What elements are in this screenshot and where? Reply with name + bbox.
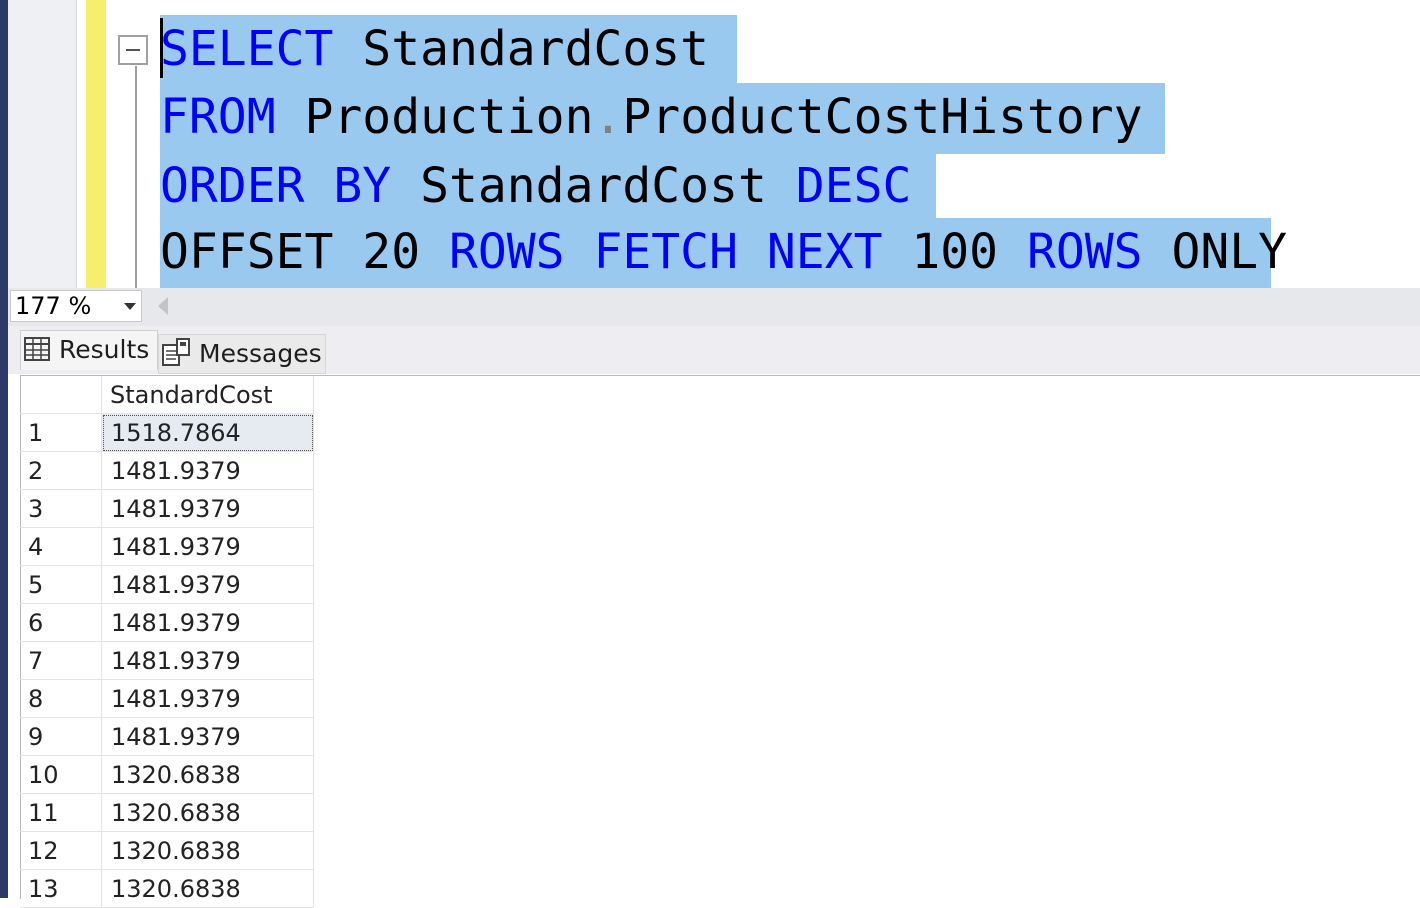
code-line[interactable]: OFFSET 20 ROWS FETCH NEXT 100 ROWS ONLY	[160, 218, 1287, 286]
row-number[interactable]: 5	[20, 566, 102, 604]
standardcost-cell[interactable]: 1481.9379	[102, 604, 314, 642]
row-number[interactable]: 13	[20, 870, 102, 908]
row-number[interactable]: 3	[20, 490, 102, 528]
tab-results-label: Results	[59, 335, 150, 364]
left-edge-bar	[0, 0, 8, 898]
sql-token: ONLY	[1142, 224, 1288, 280]
sql-keyword: NEXT	[766, 224, 883, 280]
row-number[interactable]: 4	[20, 528, 102, 566]
standardcost-cell[interactable]: 1481.9379	[102, 642, 314, 680]
standardcost-cell[interactable]: 1481.9379	[102, 490, 314, 528]
standardcost-cell[interactable]: 1320.6838	[102, 870, 314, 908]
sql-token: ProductCostHistory	[622, 89, 1172, 145]
sql-keyword: DESC	[795, 158, 912, 214]
row-number[interactable]: 6	[20, 604, 102, 642]
standardcost-cell[interactable]: 1320.6838	[102, 794, 314, 832]
sql-token: 100	[882, 224, 1027, 280]
row-number[interactable]: 11	[20, 794, 102, 832]
sql-keyword: ROWS	[1026, 224, 1143, 280]
zoom-dropdown[interactable]: 177 %	[10, 290, 142, 322]
zoom-value: 177 %	[15, 292, 92, 320]
sql-keyword: ORDER BY	[160, 158, 392, 214]
tab-messages-label: Messages	[199, 339, 322, 368]
standardcost-cell[interactable]: 1320.6838	[102, 756, 314, 794]
chevron-down-icon[interactable]	[124, 303, 136, 310]
sql-token: StandardCost	[391, 158, 796, 214]
row-number[interactable]: 2	[20, 452, 102, 490]
scroll-left-arrow-icon[interactable]	[158, 297, 168, 315]
sql-keyword: SELECT	[160, 21, 334, 77]
text-caret	[160, 18, 163, 78]
standardcost-cell[interactable]: 1518.7864	[102, 414, 314, 452]
outline-line	[135, 66, 137, 288]
code-line[interactable]: ORDER BY StandardCost DESC	[160, 152, 940, 220]
line-number-gutter	[8, 0, 77, 288]
row-number[interactable]: 7	[20, 642, 102, 680]
collapse-region-icon[interactable]	[118, 35, 148, 65]
code-line[interactable]: FROM Production.ProductCostHistory	[160, 83, 1171, 151]
column-header-standardcost[interactable]: StandardCost	[102, 376, 314, 414]
row-number[interactable]: 1	[20, 414, 102, 452]
row-number[interactable]: 9	[20, 718, 102, 756]
grid-icon	[24, 337, 50, 361]
row-number[interactable]: 8	[20, 680, 102, 718]
standardcost-cell[interactable]: 1481.9379	[102, 452, 314, 490]
standardcost-cell[interactable]: 1320.6838	[102, 832, 314, 870]
change-tracking-bar	[86, 0, 106, 288]
sql-keyword: FROM	[160, 89, 276, 145]
messages-icon	[162, 338, 190, 366]
sql-keyword: ROWS	[448, 224, 565, 280]
editor-status-strip	[8, 288, 1420, 326]
sql-keyword: FETCH	[593, 224, 738, 280]
row-number[interactable]: 10	[20, 756, 102, 794]
tab-results[interactable]: Results	[20, 330, 158, 370]
sql-token: StandardCost	[333, 21, 738, 77]
sql-token: .	[593, 89, 623, 145]
standardcost-cell[interactable]: 1481.9379	[102, 680, 314, 718]
standardcost-cell[interactable]: 1481.9379	[102, 718, 314, 756]
grid-corner[interactable]	[20, 376, 102, 414]
standardcost-cell[interactable]: 1481.9379	[102, 566, 314, 604]
standardcost-cell[interactable]: 1481.9379	[102, 528, 314, 566]
code-line[interactable]: SELECT StandardCost	[160, 15, 738, 83]
tab-messages[interactable]: Messages	[158, 334, 326, 374]
row-number[interactable]: 12	[20, 832, 102, 870]
sql-token: OFFSET 20	[160, 224, 449, 280]
sql-token: Production	[275, 89, 594, 145]
